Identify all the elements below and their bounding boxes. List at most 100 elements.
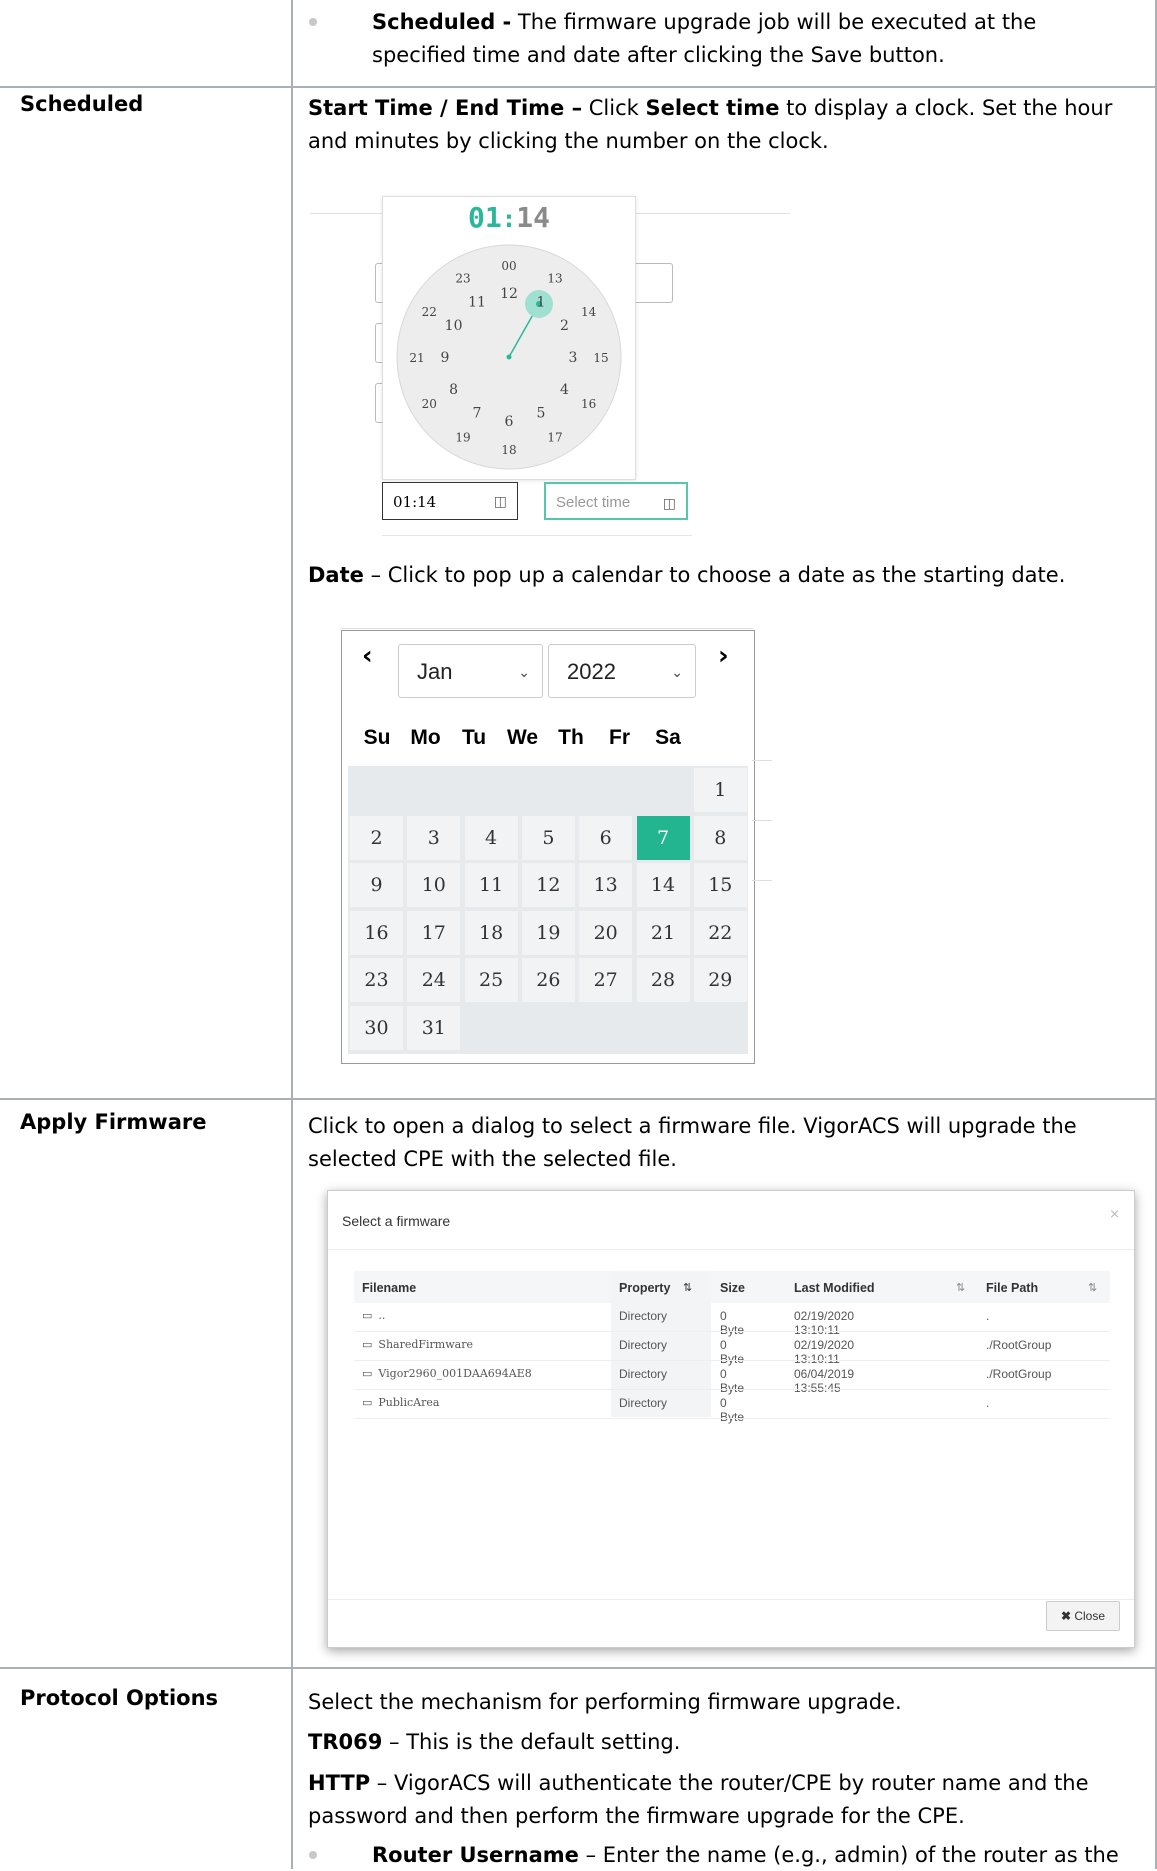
prev-month-icon[interactable]: ‹ xyxy=(362,641,373,671)
day-cell[interactable]: 14 xyxy=(636,863,690,908)
clock-number-13[interactable]: 13 xyxy=(547,271,562,285)
tr069-text: – This is the default setting. xyxy=(382,1730,681,1754)
scheduled-line-1: Start Time / End Time – Click Select tim… xyxy=(308,92,1112,124)
clock-number-21[interactable]: 21 xyxy=(409,351,424,365)
day-cell[interactable]: 2 xyxy=(350,815,403,860)
document-table: Scheduled - The firmware upgrade job wil… xyxy=(0,0,1157,1869)
day-cell[interactable]: 7 xyxy=(636,815,690,860)
clock-number-16[interactable]: 16 xyxy=(581,397,596,411)
clock-number-22[interactable]: 22 xyxy=(422,305,437,319)
month-value: Jan xyxy=(417,659,453,684)
sort-icon[interactable]: ⇅ xyxy=(956,1281,965,1294)
clock-number-20[interactable]: 20 xyxy=(422,397,437,411)
day-cell[interactable]: 30 xyxy=(350,1006,403,1050)
router-username-line: Router Username – Enter the name (e.g., … xyxy=(372,1839,1119,1871)
clock-number-10[interactable]: 10 xyxy=(445,318,463,334)
day-cell[interactable]: 1 xyxy=(693,768,747,812)
clock-number-14[interactable]: 14 xyxy=(581,305,597,319)
close-button[interactable]: ✖ Close xyxy=(1046,1601,1120,1631)
day-cell[interactable]: 9 xyxy=(350,863,403,908)
clock-number-00[interactable]: 00 xyxy=(501,259,516,273)
month-select[interactable]: Jan ⌄ xyxy=(398,644,543,698)
day-cell[interactable]: 18 xyxy=(464,910,518,955)
file-name: ▭ PublicArea xyxy=(362,1396,439,1409)
clock-number-5[interactable]: 5 xyxy=(537,405,546,421)
day-cell[interactable]: 8 xyxy=(693,815,747,860)
day-cell[interactable]: 19 xyxy=(521,910,575,955)
day-cell[interactable]: 23 xyxy=(350,958,403,1003)
day-cell[interactable]: 15 xyxy=(693,863,747,908)
close-icon[interactable]: × xyxy=(1109,1207,1120,1222)
clock-number-3[interactable]: 3 xyxy=(569,350,578,366)
day-cell[interactable]: 6 xyxy=(579,815,633,860)
file-property: Directory xyxy=(619,1309,668,1323)
clock-number-17[interactable]: 17 xyxy=(547,431,562,445)
column-header-property[interactable]: Property xyxy=(619,1281,670,1295)
clock-number-1[interactable]: 1 xyxy=(537,295,546,311)
day-grid: 1 2 3 4 5 6 7 8 9 10 11 12 13 14 15 16 17 18 19 20 21 22 23 24 2… xyxy=(348,766,748,1054)
clock-number-15[interactable]: 15 xyxy=(593,351,608,365)
clock-popup: 01:14 00 13 14 15 16 17 18 19 20 21 22 23 12 1 2 3 4 5 6 7 8… xyxy=(382,196,636,480)
day-cell[interactable]: 5 xyxy=(521,815,575,860)
clock-number-19[interactable]: 19 xyxy=(455,431,470,445)
clock-number-2[interactable]: 2 xyxy=(560,318,569,334)
select-time-bold: Select time xyxy=(645,96,780,120)
day-cell[interactable]: 10 xyxy=(407,863,461,908)
clock-number-7[interactable]: 7 xyxy=(473,405,482,421)
year-select[interactable]: 2022 ⌄ xyxy=(548,644,696,698)
day-cell[interactable]: 16 xyxy=(350,910,403,955)
background-line xyxy=(752,760,772,761)
scheduled-text-b: to display a clock. Set the hour xyxy=(779,96,1113,120)
clock-number-8[interactable]: 8 xyxy=(449,382,458,398)
file-property: Directory xyxy=(619,1396,668,1410)
day-cell[interactable]: 12 xyxy=(521,863,575,908)
scheduled-text-a: Click xyxy=(582,96,646,120)
file-size: 0 Byte xyxy=(720,1309,745,1337)
file-property: Directory xyxy=(619,1367,668,1381)
column-header-size[interactable]: Size xyxy=(720,1281,745,1295)
start-time-input[interactable]: 01:14 ◫ xyxy=(382,482,518,520)
scheduled-option-line-2: specified time and date after clicking t… xyxy=(372,43,945,67)
weekday-fr: Fr xyxy=(609,726,630,749)
clock-face[interactable]: 001314151617181920212223121234567891011 xyxy=(383,197,635,479)
day-cell[interactable]: 17 xyxy=(407,910,461,955)
clock-number-4[interactable]: 4 xyxy=(560,382,569,398)
clock-number-9[interactable]: 9 xyxy=(441,350,450,366)
calendar-icon: ◫ xyxy=(493,494,507,510)
day-cell[interactable]: 27 xyxy=(579,958,633,1003)
day-cell[interactable]: 26 xyxy=(521,958,575,1003)
column-header-file-path[interactable]: File Path xyxy=(986,1281,1038,1295)
date-line: Date – Click to pop up a calendar to cho… xyxy=(308,559,1065,591)
clock-number-18[interactable]: 18 xyxy=(501,443,516,457)
sort-icon[interactable]: ⇅ xyxy=(683,1281,692,1294)
column-header-filename[interactable]: Filename xyxy=(362,1281,416,1295)
day-cell[interactable]: 24 xyxy=(407,958,461,1003)
column-header-last-modified[interactable]: Last Modified xyxy=(794,1281,875,1295)
day-cell[interactable]: 25 xyxy=(464,958,518,1003)
next-month-icon[interactable]: › xyxy=(718,641,729,671)
background-line xyxy=(341,614,753,629)
end-time-input[interactable]: Select time ◫ xyxy=(544,482,688,520)
file-name-text: SharedFirmware xyxy=(378,1338,473,1351)
background-line xyxy=(382,535,692,536)
day-cell[interactable]: 22 xyxy=(693,910,747,955)
sort-icon[interactable]: ⇅ xyxy=(1088,1281,1097,1294)
day-cell[interactable]: 21 xyxy=(636,910,690,955)
column-divider xyxy=(291,0,293,1869)
clock-number-23[interactable]: 23 xyxy=(455,271,470,285)
day-cell[interactable]: 13 xyxy=(579,863,633,908)
day-cell[interactable]: 3 xyxy=(407,815,461,860)
day-cell[interactable]: 20 xyxy=(579,910,633,955)
clock-number-12[interactable]: 12 xyxy=(500,286,518,302)
day-cell[interactable]: 28 xyxy=(636,958,690,1003)
scheduled-line-2: and minutes by clicking the number on th… xyxy=(308,129,829,153)
day-cell[interactable]: 29 xyxy=(693,958,747,1003)
day-cell[interactable]: 4 xyxy=(464,815,518,860)
file-size: 0 Byte xyxy=(720,1367,745,1395)
clock-number-11[interactable]: 11 xyxy=(468,295,486,311)
day-cell[interactable]: 11 xyxy=(464,863,518,908)
weekday-we: We xyxy=(506,726,539,749)
day-cell[interactable]: 31 xyxy=(407,1006,461,1050)
close-x-icon: ✖ xyxy=(1060,1609,1075,1623)
clock-number-6[interactable]: 6 xyxy=(505,414,514,430)
